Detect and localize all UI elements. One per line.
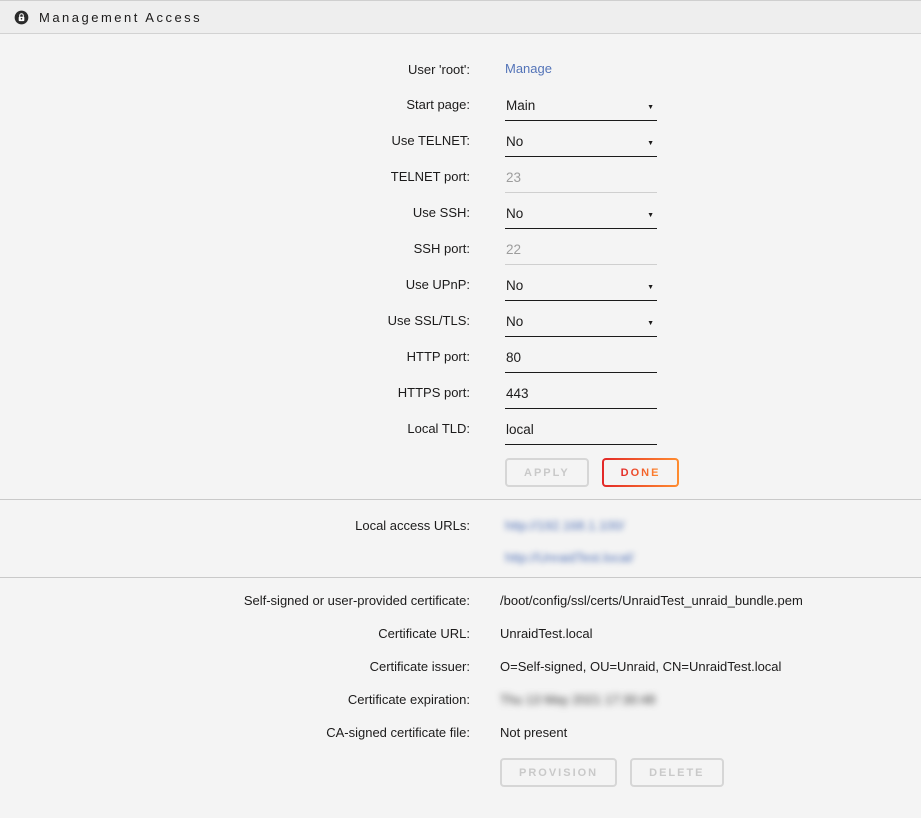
chevron-down-icon: ▼ — [647, 284, 654, 291]
https-port-input[interactable] — [505, 386, 657, 409]
form-row-https-port: HTTPS port: — [0, 374, 921, 410]
form-row-telnet-port: TELNET port: — [0, 158, 921, 194]
form-row-use-telnet: Use TELNET: No ▼ — [0, 122, 921, 158]
use-ssl-select[interactable]: No ▼ — [505, 314, 657, 337]
form-row-start-page: Start page: Main ▼ — [0, 86, 921, 122]
cert-row-bundle: Self-signed or user-provided certificate… — [0, 584, 921, 617]
form-actions: APPLY DONE — [505, 458, 921, 487]
select-value: No — [506, 206, 523, 221]
field-label: Self-signed or user-provided certificate… — [0, 593, 470, 608]
ca-cert-file-value: Not present — [500, 725, 921, 740]
field-label: CA-signed certificate file: — [0, 725, 470, 740]
field-label: Use SSH: — [0, 205, 470, 220]
chevron-down-icon: ▼ — [647, 104, 654, 111]
field-label: Certificate URL: — [0, 626, 470, 641]
form-row-use-ssl: Use SSL/TLS: No ▼ — [0, 302, 921, 338]
manage-link[interactable]: Manage — [505, 61, 552, 76]
field-label: HTTPS port: — [0, 385, 470, 400]
lock-circle-icon — [14, 10, 29, 25]
field-label: User 'root': — [0, 62, 470, 77]
cert-bundle-path: /boot/config/ssl/certs/UnraidTest_unraid… — [500, 593, 921, 608]
chevron-down-icon: ▼ — [647, 140, 654, 147]
telnet-port-input — [505, 170, 657, 193]
field-label: Local access URLs: — [0, 516, 470, 565]
start-page-select[interactable]: Main ▼ — [505, 98, 657, 121]
certificate-actions: PROVISION DELETE — [500, 758, 921, 787]
certificate-section: Self-signed or user-provided certificate… — [0, 578, 921, 803]
cert-row-ca-file: CA-signed certificate file: Not present — [0, 716, 921, 749]
field-label: HTTP port: — [0, 349, 470, 364]
field-label: TELNET port: — [0, 169, 470, 184]
apply-button[interactable]: APPLY — [505, 458, 589, 487]
chevron-down-icon: ▼ — [647, 320, 654, 327]
field-label: Local TLD: — [0, 421, 470, 436]
page-title: Management Access — [39, 10, 202, 25]
field-label: Use SSL/TLS: — [0, 313, 470, 328]
select-value: No — [506, 134, 523, 149]
local-access-url-1[interactable]: http://192.168.1.100/ — [505, 518, 624, 533]
local-access-urls-section: Local access URLs: http://192.168.1.100/… — [0, 500, 921, 577]
form-row-ssh-port: SSH port: — [0, 230, 921, 266]
done-button[interactable]: DONE — [602, 458, 680, 487]
select-value: No — [506, 314, 523, 329]
cert-row-url: Certificate URL: UnraidTest.local — [0, 617, 921, 650]
cert-row-issuer: Certificate issuer: O=Self-signed, OU=Un… — [0, 650, 921, 683]
field-label: SSH port: — [0, 241, 470, 256]
cert-url-value: UnraidTest.local — [500, 626, 921, 641]
delete-button[interactable]: DELETE — [630, 758, 723, 787]
provision-button[interactable]: PROVISION — [500, 758, 617, 787]
select-value: No — [506, 278, 523, 293]
local-tld-input[interactable] — [505, 422, 657, 445]
form-row-use-upnp: Use UPnP: No ▼ — [0, 266, 921, 302]
cert-expiration-value: Thu 13 May 2021 17:30:48 — [500, 692, 655, 707]
local-access-url-2[interactable]: http://UnraidTest.local/ — [505, 550, 634, 565]
form-row-http-port: HTTP port: — [0, 338, 921, 374]
cert-issuer-value: O=Self-signed, OU=Unraid, CN=UnraidTest.… — [500, 659, 921, 674]
field-label: Certificate issuer: — [0, 659, 470, 674]
use-ssh-select[interactable]: No ▼ — [505, 206, 657, 229]
field-label: Start page: — [0, 97, 470, 112]
field-label: Use UPnP: — [0, 277, 470, 292]
ssh-port-input — [505, 242, 657, 265]
field-label: Certificate expiration: — [0, 692, 470, 707]
chevron-down-icon: ▼ — [647, 212, 654, 219]
field-label: Use TELNET: — [0, 133, 470, 148]
http-port-input[interactable] — [505, 350, 657, 373]
form-row-use-ssh: Use SSH: No ▼ — [0, 194, 921, 230]
form-row-user-root: User 'root': Manage — [0, 52, 921, 86]
cert-row-expiration: Certificate expiration: Thu 13 May 2021 … — [0, 683, 921, 716]
use-telnet-select[interactable]: No ▼ — [505, 134, 657, 157]
use-upnp-select[interactable]: No ▼ — [505, 278, 657, 301]
management-form: User 'root': Manage Start page: Main ▼ U… — [0, 34, 921, 499]
form-row-local-tld: Local TLD: — [0, 410, 921, 446]
section-header: Management Access — [0, 0, 921, 34]
select-value: Main — [506, 98, 535, 113]
